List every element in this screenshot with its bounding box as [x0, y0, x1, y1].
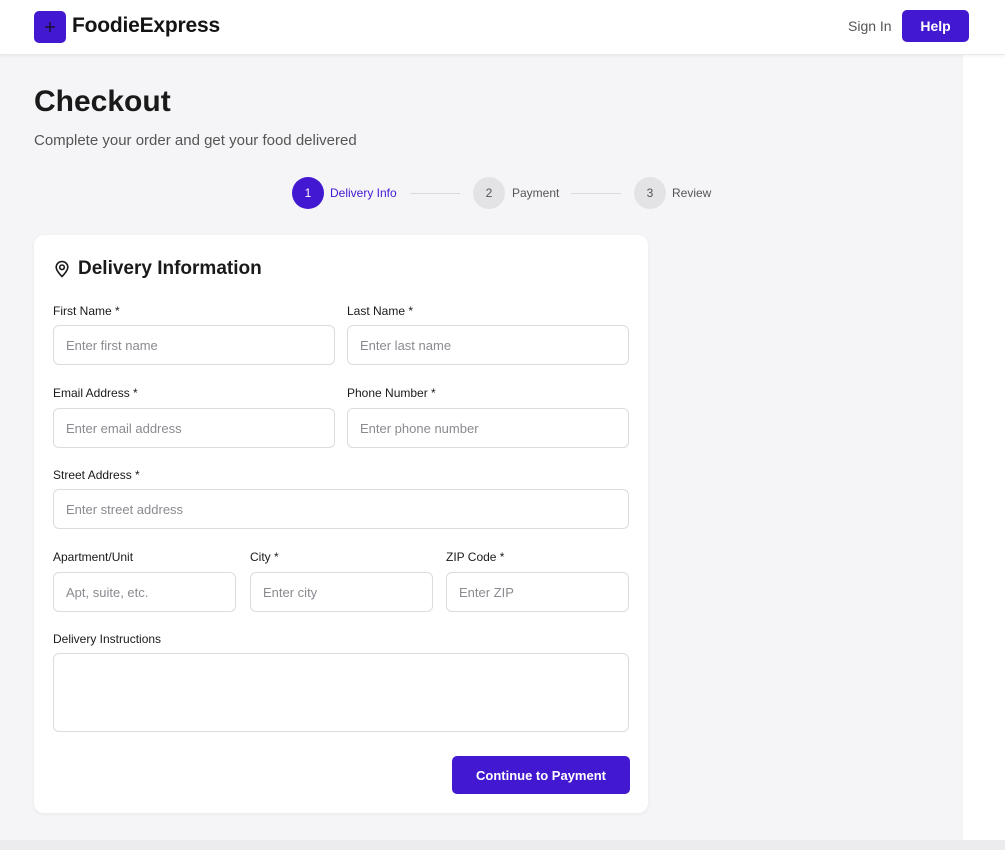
city-input[interactable]	[250, 572, 433, 612]
email-input[interactable]	[53, 408, 335, 448]
city-label: City *	[250, 550, 279, 564]
phone-input[interactable]	[347, 408, 629, 448]
logo-mark[interactable]	[34, 11, 66, 43]
step-1-circle[interactable]: 1	[292, 177, 324, 209]
first-name-input[interactable]	[53, 325, 335, 365]
help-button[interactable]: Help	[902, 10, 969, 42]
brand-name[interactable]: FoodieExpress	[72, 14, 220, 38]
sign-in-link[interactable]: Sign In	[848, 18, 892, 34]
page-subtitle: Complete your order and get your food de…	[34, 132, 357, 149]
phone-label: Phone Number *	[347, 386, 436, 400]
section-title: Delivery Information	[78, 258, 262, 279]
first-name-label: First Name *	[53, 304, 120, 318]
map-pin-icon	[55, 260, 69, 278]
last-name-label: Last Name *	[347, 304, 414, 318]
continue-to-payment-button[interactable]: Continue to Payment	[452, 756, 630, 794]
apartment-input[interactable]	[53, 572, 236, 612]
step-connector	[571, 193, 621, 194]
step-connector	[410, 193, 460, 194]
street-input[interactable]	[53, 489, 629, 529]
step-2-label[interactable]: Payment	[512, 186, 559, 200]
step-2-circle[interactable]: 2	[473, 177, 505, 209]
plus-icon	[45, 22, 55, 32]
bottom-gutter	[0, 840, 1005, 850]
step-3-circle[interactable]: 3	[634, 177, 666, 209]
zip-label: ZIP Code *	[446, 550, 505, 564]
last-name-input[interactable]	[347, 325, 629, 365]
instructions-textarea[interactable]	[53, 653, 629, 732]
step-1-label[interactable]: Delivery Info	[330, 186, 397, 200]
top-navbar: FoodieExpress Sign In Help	[0, 0, 1005, 55]
email-label: Email Address *	[53, 386, 138, 400]
zip-input[interactable]	[446, 572, 629, 612]
page-title: Checkout	[34, 85, 171, 118]
apartment-label: Apartment/Unit	[53, 550, 134, 564]
right-gutter	[963, 55, 1005, 840]
step-3-label[interactable]: Review	[672, 186, 711, 200]
instructions-label: Delivery Instructions	[53, 632, 162, 646]
street-label: Street Address *	[53, 468, 140, 482]
